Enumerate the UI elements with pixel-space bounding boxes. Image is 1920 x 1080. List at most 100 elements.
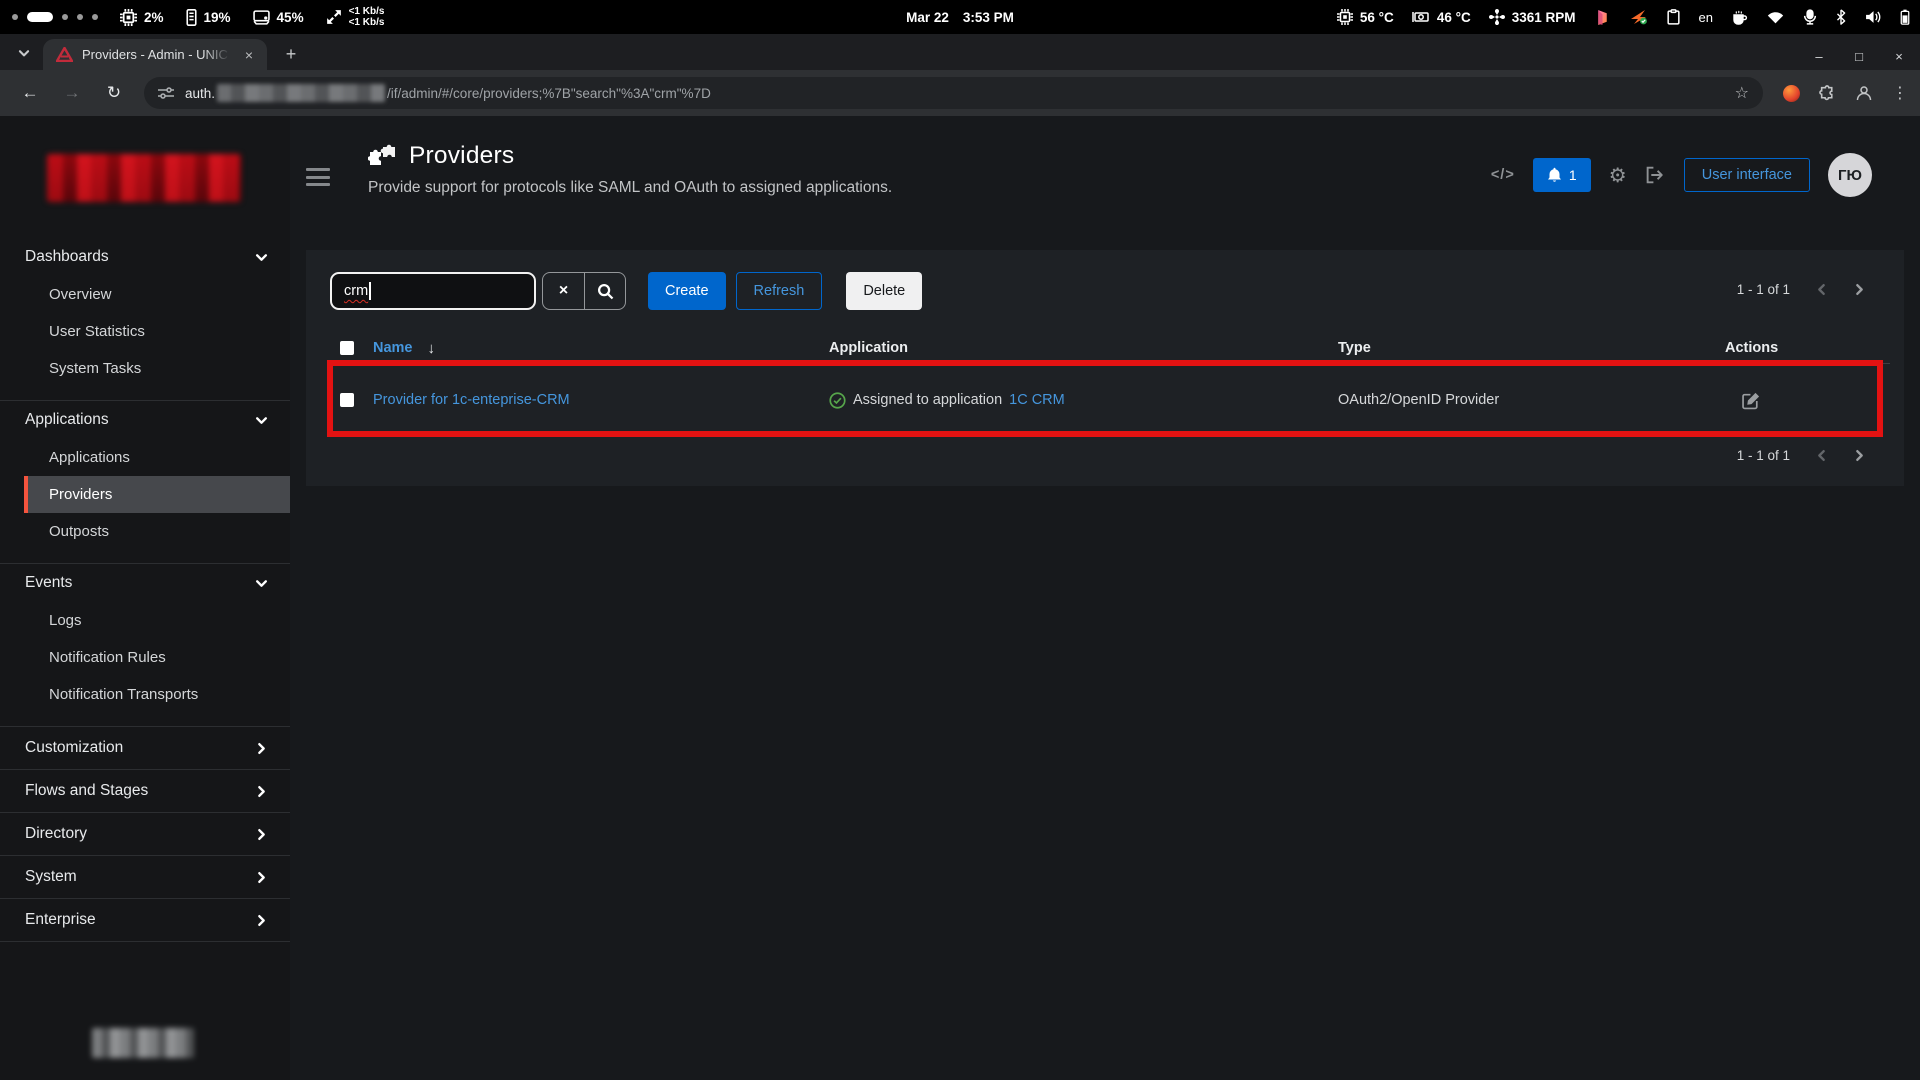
fan-speed[interactable]: 3361 RPM [1489, 9, 1576, 25]
clipboard-icon[interactable] [1667, 9, 1680, 25]
battery-icon[interactable] [1900, 9, 1910, 25]
chevron-right-icon [255, 742, 268, 755]
caffeine-icon[interactable] [1732, 10, 1748, 25]
chevron-right-icon [255, 914, 268, 927]
ram-icon [186, 9, 197, 26]
sidebar-toggle-button[interactable] [306, 168, 330, 186]
search-submit-button[interactable] [584, 273, 625, 309]
sync-app-icon[interactable] [1630, 9, 1648, 25]
browser-tab-active[interactable]: Providers - Admin - UNIC × [43, 39, 267, 70]
pagination-prev-button[interactable] [1815, 449, 1828, 462]
sign-out-icon[interactable] [1645, 166, 1666, 184]
notification-count-badge: 1 [1569, 167, 1577, 183]
user-interface-button[interactable]: User interface [1684, 158, 1810, 192]
browser-tab-strip: Providers - Admin - UNIC × + – □ × [0, 34, 1920, 70]
disk-usage[interactable]: 45% [253, 10, 304, 25]
brand-logo-redacted [47, 154, 241, 202]
sidebar-item-applications[interactable]: Applications [0, 439, 290, 476]
cpu-temperature[interactable]: 56 °C [1337, 9, 1394, 25]
sidebar-section-events[interactable]: Events [0, 564, 290, 602]
network-speed[interactable]: <1 Kb/s <1 Kb/s [326, 6, 385, 28]
row-checkbox[interactable] [340, 393, 354, 407]
settings-gear-icon[interactable]: ⚙ [1609, 163, 1627, 188]
time-label: 3:53 PM [963, 10, 1014, 25]
sidebar-item-user-statistics[interactable]: User Statistics [0, 313, 290, 350]
sidebar-section-dashboards[interactable]: Dashboards [0, 238, 290, 276]
sidebar-section-directory[interactable]: Directory [0, 812, 290, 855]
workspace-active-pill [27, 12, 53, 22]
sidebar-item-system-tasks[interactable]: System Tasks [0, 350, 290, 387]
table-row: Provider for 1c-enteprise-CRM Assigned t… [330, 364, 1890, 436]
wifi-icon[interactable] [1767, 11, 1784, 24]
sidebar-item-providers[interactable]: Providers [24, 476, 290, 513]
cpu-temp-icon [1337, 9, 1353, 25]
workspace-dot [77, 14, 83, 20]
sidebar-nav: Dashboards Overview User Statistics Syst… [0, 238, 290, 942]
browser-menu-icon[interactable]: ⋮ [1892, 83, 1908, 103]
refresh-button[interactable]: Refresh [736, 272, 823, 310]
tab-search-button[interactable] [9, 39, 39, 66]
pagination-label: 1 - 1 of 1 [1737, 448, 1790, 463]
bluetooth-icon[interactable] [1836, 9, 1846, 25]
create-button[interactable]: Create [648, 272, 726, 310]
site-settings-icon[interactable] [158, 86, 174, 100]
forward-button[interactable]: → [58, 83, 86, 103]
table-header-row: Name ↓ Application Type Actions [330, 334, 1890, 364]
extensions-puzzle-icon[interactable] [1819, 85, 1836, 102]
bookmark-star-icon[interactable]: ☆ [1735, 83, 1749, 103]
system-bar: 2% 19% 45% <1 Kb/s <1 Kb/s Mar 22 3:53 P… [0, 0, 1920, 34]
window-minimize-button[interactable]: – [1812, 49, 1826, 64]
sidebar-section-flows-and-stages[interactable]: Flows and Stages [0, 769, 290, 812]
user-avatar[interactable]: ГЮ [1828, 153, 1872, 197]
sidebar-section-enterprise[interactable]: Enterprise [0, 898, 290, 941]
edit-icon[interactable] [1742, 364, 1761, 436]
disk-percent: 45% [277, 10, 304, 25]
fan-icon [1489, 9, 1505, 25]
url-host: auth. [185, 86, 215, 101]
search-input[interactable]: crm [330, 272, 536, 310]
privacy-indicator-icon[interactable] [1803, 9, 1817, 25]
profile-icon[interactable] [1855, 84, 1873, 102]
keyboard-layout-indicator[interactable]: en [1699, 10, 1713, 25]
sidebar-item-notification-rules[interactable]: Notification Rules [0, 639, 290, 676]
ram-usage[interactable]: 19% [186, 9, 231, 26]
main-content: Providers Provide support for protocols … [290, 116, 1920, 1080]
cpu-percent: 2% [144, 10, 164, 25]
cpu-usage[interactable]: 2% [120, 9, 164, 26]
reload-button[interactable]: ↻ [100, 83, 128, 103]
api-docs-icon[interactable]: </> [1491, 167, 1515, 183]
sidebar-section-applications[interactable]: Applications [0, 401, 290, 439]
extension-icon[interactable] [1783, 85, 1800, 102]
provider-name-link[interactable]: Provider for 1c-enteprise-CRM [373, 392, 570, 408]
address-bar[interactable]: auth. /if/admin/#/core/providers;%7B"sea… [144, 77, 1763, 109]
window-close-button[interactable]: × [1892, 49, 1906, 64]
gpu-temperature[interactable]: 46 °C [1412, 10, 1471, 25]
sidebar-item-outposts[interactable]: Outposts [0, 513, 290, 550]
sidebar-section-system[interactable]: System [0, 855, 290, 898]
sidebar-item-logs[interactable]: Logs [0, 602, 290, 639]
pagination-next-button[interactable] [1853, 283, 1866, 296]
new-tab-button[interactable]: + [278, 41, 304, 67]
clear-search-button[interactable]: × [543, 273, 584, 309]
tab-close-button[interactable]: × [240, 46, 258, 64]
pagination-prev-button[interactable] [1815, 283, 1828, 296]
pagination-next-button[interactable] [1853, 449, 1866, 462]
back-button[interactable]: ← [16, 83, 44, 103]
page-subtitle: Provide support for protocols like SAML … [368, 179, 892, 197]
volume-icon[interactable] [1865, 10, 1881, 24]
authentik-favicon [56, 47, 73, 62]
delete-button[interactable]: Delete [846, 272, 922, 310]
window-maximize-button[interactable]: □ [1852, 49, 1866, 64]
footer-logo-redacted [92, 1028, 194, 1058]
clock[interactable]: Mar 22 3:53 PM [906, 10, 1014, 25]
select-all-checkbox[interactable] [340, 341, 354, 355]
notifications-button[interactable]: 1 [1533, 158, 1591, 192]
column-header-name[interactable]: Name [373, 340, 413, 356]
sidebar-item-overview[interactable]: Overview [0, 276, 290, 313]
sort-descending-icon: ↓ [428, 340, 436, 357]
workspace-indicator[interactable] [12, 12, 98, 22]
application-link[interactable]: 1C CRM [1009, 392, 1065, 408]
sidebar-item-notification-transports[interactable]: Notification Transports [0, 676, 290, 713]
app-indicator-icon[interactable] [1594, 9, 1611, 26]
sidebar-section-customization[interactable]: Customization [0, 726, 290, 769]
